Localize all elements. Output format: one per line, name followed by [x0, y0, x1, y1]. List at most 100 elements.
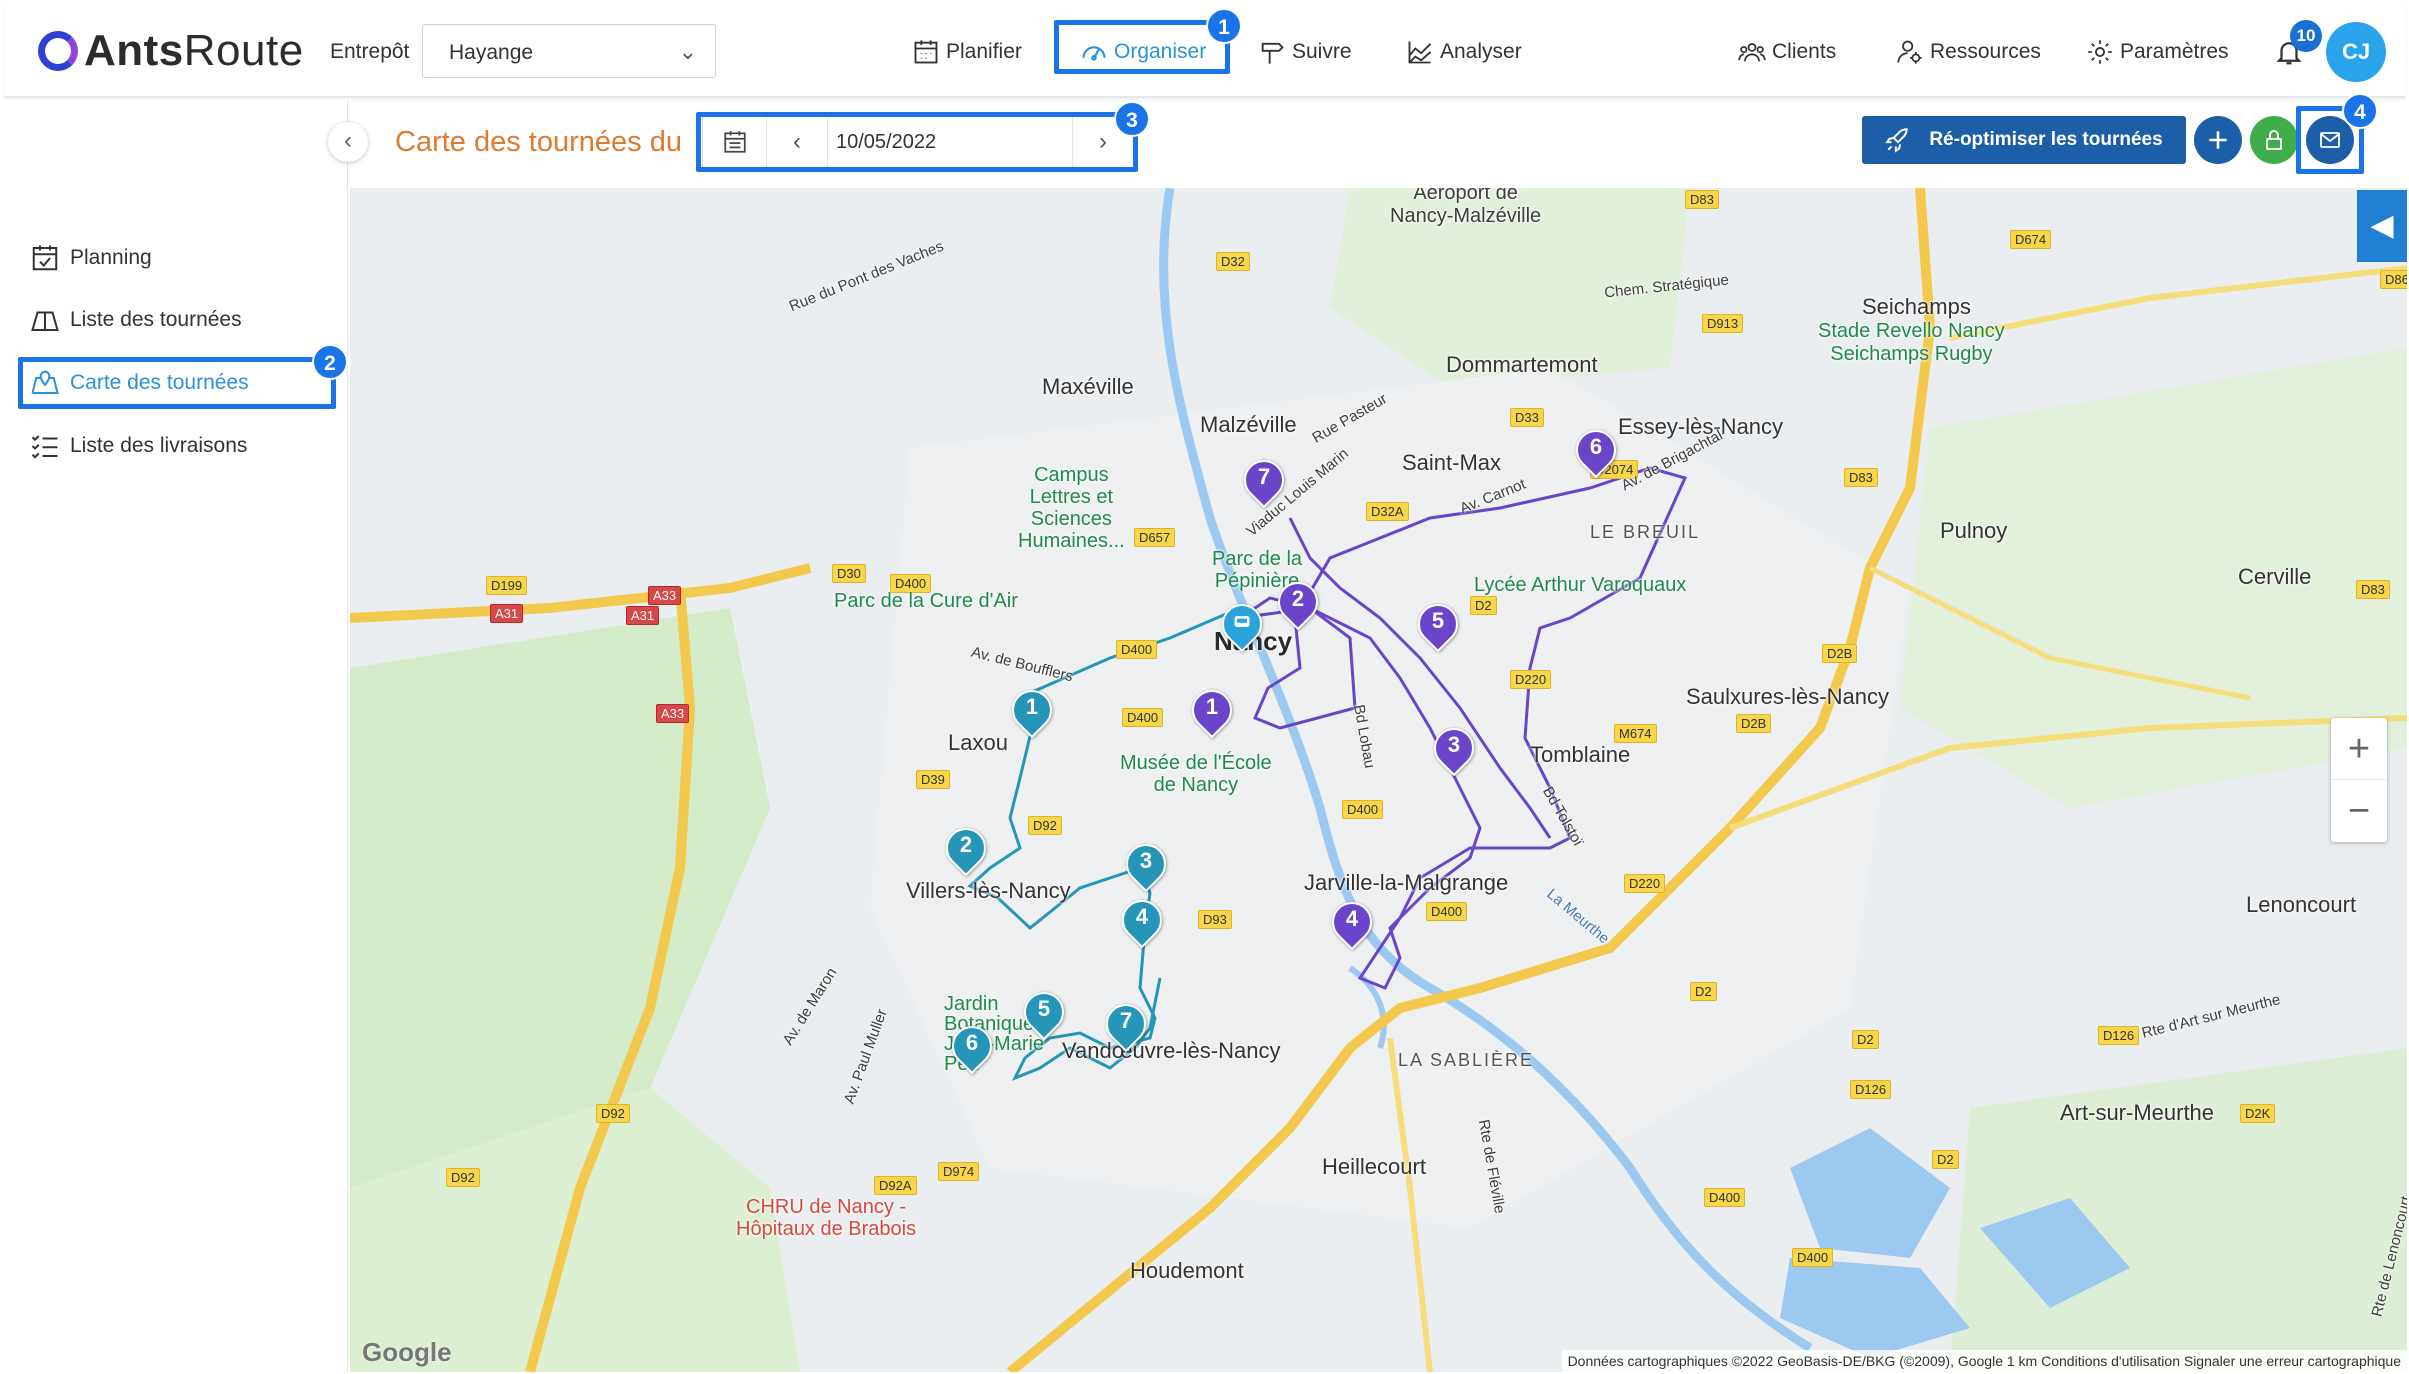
road-tag: D32A [1366, 502, 1409, 521]
road-tag: D32 [1216, 252, 1250, 271]
user-avatar[interactable]: CJ [2326, 22, 2386, 82]
toggle-routes-panel-button[interactable]: ◀ [2357, 190, 2407, 262]
map-label-pulnoy: Pulnoy [1940, 518, 2008, 543]
reoptimize-button[interactable]: Ré-optimiser les tournées [1862, 116, 2186, 164]
teal-stop-marker[interactable]: 6 [943, 1017, 1001, 1078]
annotation-badge-3: 3 [1114, 101, 1150, 137]
road-tag: D92 [1028, 816, 1062, 835]
teal-stop-marker[interactable]: 4 [1113, 891, 1171, 952]
road-tag: D913 [1702, 314, 1744, 333]
map-label-art-sur-meurthe: Art-sur-Meurthe [2060, 1100, 2215, 1125]
nav-ressources[interactable]: Ressources [1896, 32, 2041, 72]
marker-number: 1 [1025, 694, 1039, 719]
zoom-in-button[interactable]: + [2331, 718, 2387, 780]
calendar-icon [723, 131, 746, 153]
lock-button[interactable] [2250, 116, 2298, 164]
sidebar-item-planning[interactable]: Planning [30, 236, 152, 280]
teal-stop-marker[interactable]: 2 [937, 819, 995, 880]
nav-suivre-label: Suivre [1292, 40, 1352, 63]
road-tag: D400 [1792, 1248, 1834, 1267]
sidebar-item-label: Liste des tournées [70, 308, 242, 331]
plus-icon [2209, 131, 2227, 149]
depot-marker[interactable] [1213, 595, 1271, 656]
sidebar-item-liste-livraisons[interactable]: Liste des livraisons [30, 424, 247, 468]
nav-planifier-label: Planifier [946, 40, 1022, 63]
marker-number: 7 [1119, 1008, 1133, 1033]
road-tag: D199 [486, 576, 528, 595]
sidebar-item-label: Planning [70, 246, 152, 269]
nav-organiser-label: Organiser [1114, 40, 1207, 63]
road-tag: D400 [1342, 800, 1384, 819]
marker-number: 5 [1037, 996, 1051, 1021]
purple-stop-marker[interactable]: 6 [1567, 421, 1625, 482]
date-input[interactable]: 10/05/2022 [827, 117, 1073, 167]
teal-stop-marker[interactable]: 7 [1097, 995, 1155, 1056]
nav-clients[interactable]: Clients [1738, 32, 1836, 72]
marker-number: 7 [1257, 464, 1271, 489]
date-picker[interactable]: ‹ 10/05/2022 › [702, 116, 1134, 168]
marker-number: 1 [1205, 694, 1219, 719]
map-label-lenoncourt: Lenoncourt [2246, 892, 2357, 917]
road-tag: M674 [1614, 724, 1657, 743]
reoptimize-label: Ré-optimiser les tournées [1929, 129, 2163, 150]
warehouse-select-value: Hayange [449, 41, 534, 64]
antsroute-logo[interactable]: AntsRoute [38, 26, 304, 76]
map-label-maxeville: Maxéville [1042, 374, 1134, 399]
calendar-button[interactable] [703, 117, 767, 167]
road-tag: D33 [1510, 408, 1544, 427]
route-map[interactable]: D83 D674 D86 D32 D913 D33 D2074 D83 D32A… [350, 188, 2407, 1372]
teal-stop-marker[interactable]: 3 [1117, 835, 1175, 896]
previous-day-button[interactable]: ‹ [767, 117, 827, 167]
road-tag: D2 [1932, 1150, 1959, 1169]
purple-stop-marker[interactable]: 2 [1269, 573, 1327, 634]
road-tag: D220 [1624, 874, 1666, 893]
road-tag: D2B [1822, 644, 1858, 663]
purple-stop-marker[interactable]: 5 [1409, 595, 1467, 656]
map-label-dommartemont: Dommartemont [1446, 352, 1598, 377]
purple-stop-marker[interactable]: 4 [1323, 893, 1381, 954]
chevron-down-icon: ⌄ [678, 39, 697, 64]
nav-ressources-label: Ressources [1930, 40, 2041, 63]
map-label-aeroport: Aéroport de Nancy-Malzéville [1390, 188, 1542, 227]
map-label-malzeville: Malzéville [1200, 412, 1297, 437]
purple-stop-marker[interactable]: 7 [1235, 451, 1293, 512]
road-tag: D400 [1426, 902, 1468, 921]
user-gear-icon [1897, 40, 1922, 64]
marker-number: 5 [1431, 608, 1445, 633]
teal-stop-marker[interactable]: 1 [1003, 681, 1061, 742]
map-label-parc-cure: Parc de la Cure d'Air [834, 590, 1018, 612]
nav-clients-label: Clients [1772, 40, 1837, 63]
annotation-badge-2: 2 [312, 344, 348, 380]
marker-number: 3 [1447, 732, 1461, 757]
road-tag: D83 [1844, 468, 1878, 487]
teal-stop-marker[interactable]: 5 [1015, 983, 1073, 1044]
google-logo: Google [362, 1337, 452, 1367]
calendar-check-icon [32, 245, 58, 271]
nav-suivre[interactable]: Suivre [1258, 32, 1352, 72]
map-label-stade: Stade Revello Nancy Seichamps Rugby [1818, 320, 2005, 365]
checklist-icon [31, 435, 58, 459]
road-tag: D93 [1198, 910, 1232, 929]
nav-planifier[interactable]: Planifier [912, 32, 1022, 72]
nav-parametres[interactable]: Paramètres [2086, 32, 2229, 72]
map-label-vandoeuvre: Vandœuvre-lès-Nancy [1062, 1038, 1281, 1063]
road-tag: D83 [1685, 190, 1719, 209]
purple-stop-marker[interactable]: 3 [1425, 719, 1483, 780]
collapse-sidebar-button[interactable]: ‹ [328, 122, 368, 162]
nav-organiser[interactable]: Organiser [1080, 32, 1206, 72]
sidebar-item-carte-tournees[interactable]: Carte des tournées [30, 361, 249, 405]
warehouse-select[interactable]: Hayange ⌄ [422, 24, 716, 78]
add-button[interactable] [2194, 116, 2242, 164]
calendar-grid-icon [914, 40, 938, 64]
map-label-tomblaine: Tomblaine [1530, 742, 1631, 767]
map-label-musee: Musée de l'École de Nancy [1120, 752, 1272, 796]
road-tag: D2 [1852, 1030, 1879, 1049]
zoom-out-button[interactable]: − [2331, 780, 2387, 842]
sidebar-item-liste-tournees[interactable]: Liste des tournées [30, 298, 242, 342]
map-label-chru: CHRU de Nancy - Hôpitaux de Brabois [736, 1196, 917, 1240]
nav-analyser[interactable]: Analyser [1406, 32, 1522, 72]
envelope-icon [2320, 132, 2340, 148]
map-attribution[interactable]: Données cartographiques ©2022 GeoBasis-D… [1561, 1350, 2407, 1372]
purple-stop-marker[interactable]: 1 [1183, 681, 1241, 742]
marker-number: 4 [1345, 906, 1359, 931]
